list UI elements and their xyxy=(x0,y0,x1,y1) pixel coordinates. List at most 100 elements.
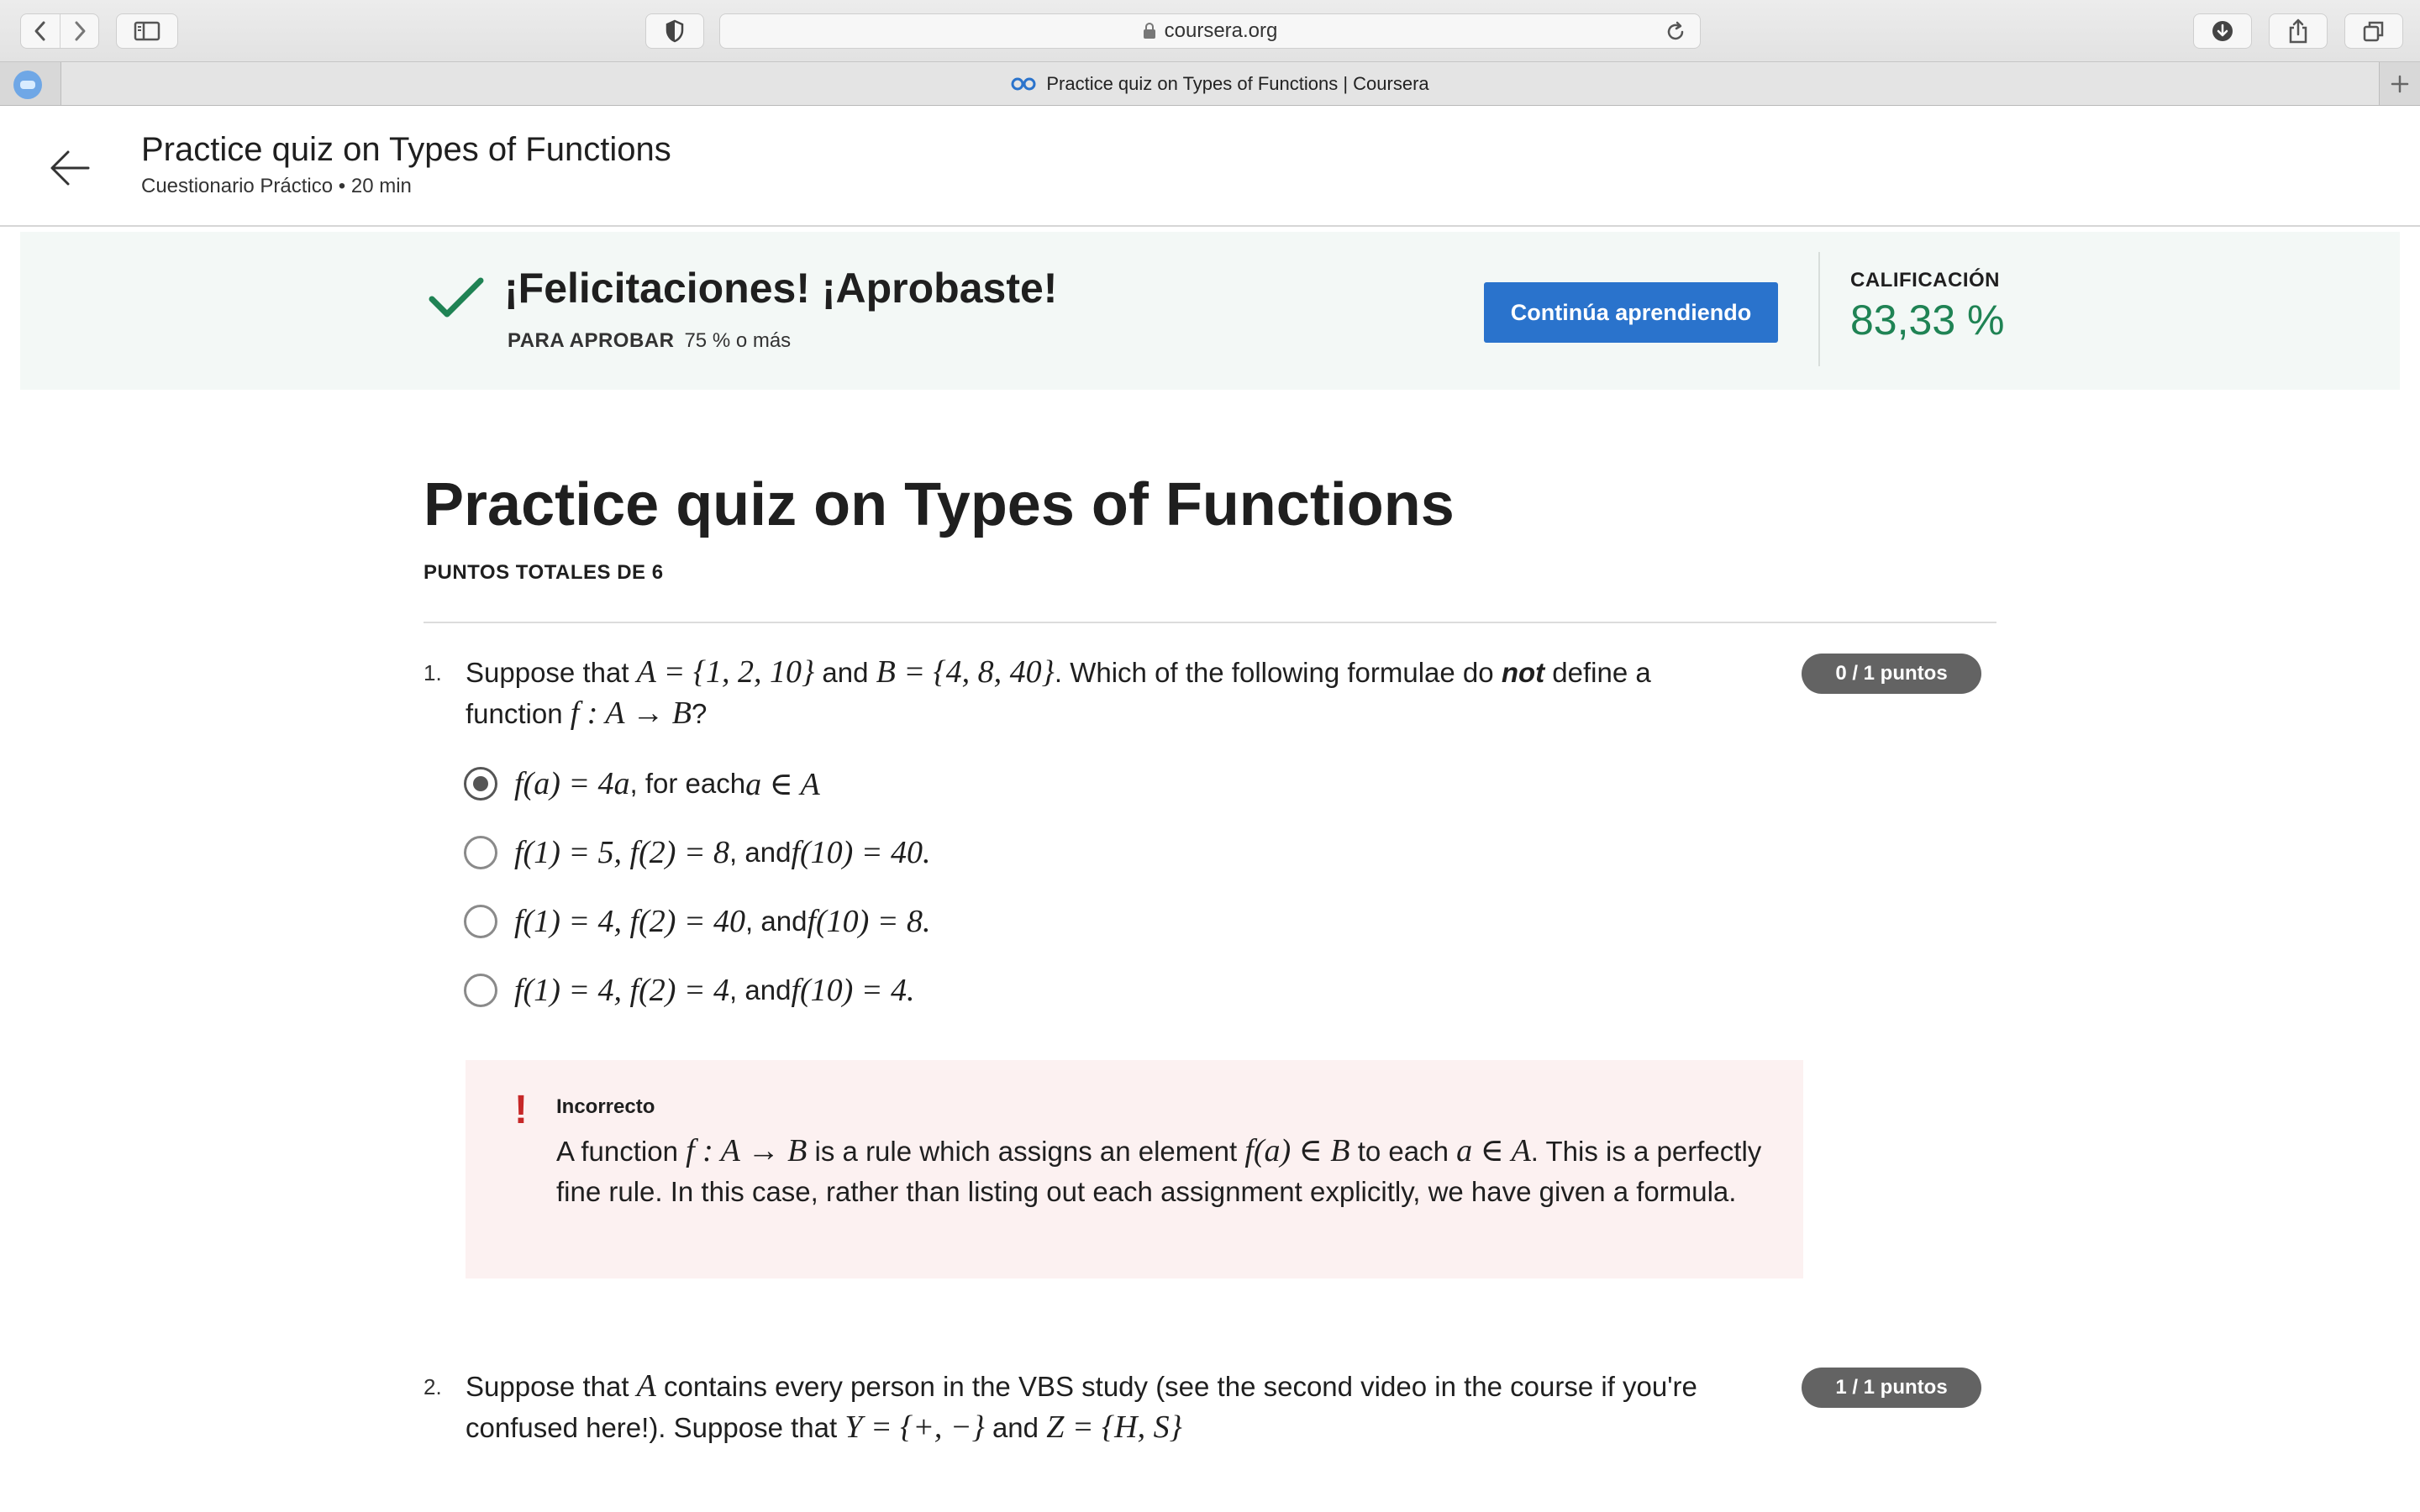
math-expression: f(a) ∈ B xyxy=(1244,1133,1349,1168)
answer-option[interactable]: f(a) = 4a, for each a ∈ A xyxy=(464,763,820,805)
radio-button[interactable] xyxy=(464,905,497,938)
radio-button[interactable] xyxy=(464,974,497,1007)
total-points: PUNTOS TOTALES DE 6 xyxy=(424,561,664,584)
text-run: , for each xyxy=(629,768,746,799)
feedback-title: Incorrecto xyxy=(556,1095,655,1118)
tab-title: Practice quiz on Types of Functions | Co… xyxy=(1046,72,1429,94)
sidebar-button[interactable] xyxy=(116,13,178,49)
coursera-logo-icon xyxy=(1011,77,1036,91)
question-number: 2. xyxy=(424,1374,442,1399)
tab-bar: Practice quiz on Types of Functions | Co… xyxy=(0,62,2420,106)
math-expression: f(1) = 4, f(2) = 40 xyxy=(514,903,745,940)
back-button[interactable] xyxy=(21,14,60,48)
tabs-icon xyxy=(2363,21,2384,42)
pinned-tab-icon xyxy=(20,81,35,89)
quiz-title: Practice quiz on Types of Functions xyxy=(424,471,1455,538)
text-run: is a rule which assigns an element xyxy=(807,1136,1245,1167)
math-expression: f : A → B xyxy=(571,696,692,731)
new-tab-button[interactable] xyxy=(2380,62,2420,105)
math-run: f(1) = 4, f(2) = 4 xyxy=(514,973,730,1008)
text-run: . Which of the following formulae do xyxy=(1054,657,1502,688)
math-run: f(a) = 4a xyxy=(514,766,630,801)
check-icon xyxy=(429,277,484,318)
math-run: f(10) = 40. xyxy=(791,835,931,870)
question-text: Suppose that A contains every person in … xyxy=(466,1366,1726,1448)
nav-buttons xyxy=(20,13,99,49)
page-header: Practice quiz on Types of Functions Cues… xyxy=(0,106,2420,227)
math-run: Z = {H, S} xyxy=(1046,1410,1182,1445)
math-run: a ∈ A xyxy=(745,766,820,802)
forward-button[interactable] xyxy=(60,14,98,48)
result-banner: ¡Felicitaciones! ¡Aprobaste! PARA APROBA… xyxy=(20,232,2400,390)
chevron-right-icon xyxy=(75,21,85,41)
radio-button-selected[interactable] xyxy=(464,767,497,801)
math-run: f(1) = 5, f(2) = 8 xyxy=(514,835,730,870)
math-expression: f : A → B xyxy=(686,1133,807,1168)
pass-label: PARA APROBAR xyxy=(508,329,675,352)
math-expression: f(a) = 4a xyxy=(514,765,630,802)
downloads-button[interactable] xyxy=(2193,13,2252,49)
answer-option[interactable]: f(1) = 4, f(2) = 40, and f(10) = 8. xyxy=(464,900,930,942)
text-run: Suppose that xyxy=(466,1371,637,1402)
tab-overview-button[interactable] xyxy=(2344,13,2403,49)
grade-label: CALIFICACIÓN xyxy=(1850,269,2000,291)
math-run: f(a) ∈ B xyxy=(1244,1133,1350,1168)
text-run: ? xyxy=(692,698,708,729)
math-run: A xyxy=(636,1368,656,1404)
answer-option[interactable]: f(1) = 4, f(2) = 4, and f(10) = 4. xyxy=(464,969,914,1011)
shield-icon xyxy=(666,19,684,43)
grade-value: 83,33 % xyxy=(1850,297,2005,344)
feedback-box-incorrect: ! Incorrecto A function f : A → B is a r… xyxy=(466,1060,1803,1278)
sidebar-icon xyxy=(134,21,160,41)
divider xyxy=(424,622,1996,623)
back-arrow-button[interactable] xyxy=(45,143,96,193)
active-tab[interactable]: Practice quiz on Types of Functions | Co… xyxy=(60,62,2380,105)
question-score-badge: 1 / 1 puntos xyxy=(1802,1368,1981,1408)
text-run: to each xyxy=(1349,1136,1457,1167)
math-expression: a ∈ A xyxy=(1456,1133,1531,1168)
text-run: A function xyxy=(556,1136,687,1167)
share-button[interactable] xyxy=(2269,13,2328,49)
exclamation-icon: ! xyxy=(514,1088,528,1132)
math-run: f(1) = 4, f(2) = 40 xyxy=(514,904,746,939)
math-expression: Z = {H, S} xyxy=(1046,1410,1182,1445)
math-expression: Y = {+, −} xyxy=(844,1410,984,1445)
text-run: and xyxy=(814,657,876,688)
emphasis: not xyxy=(1501,657,1545,688)
math-expression: A = {1, 2, 10} xyxy=(637,654,815,690)
page-title: Practice quiz on Types of Functions xyxy=(141,131,671,168)
math-run: Y = {+, −} xyxy=(844,1410,985,1445)
feedback-text: A function f : A → B is a rule which ass… xyxy=(556,1131,1783,1212)
math-run: f : A → B xyxy=(570,696,692,731)
text-run: , and xyxy=(745,906,808,937)
text-run: , and xyxy=(729,837,792,868)
privacy-report-button[interactable] xyxy=(645,13,704,49)
math-expression: f(10) = 8. xyxy=(807,903,930,940)
share-icon xyxy=(2289,18,2307,44)
answer-option[interactable]: f(1) = 5, f(2) = 8, and f(10) = 40. xyxy=(464,832,930,874)
plus-icon xyxy=(2391,75,2409,92)
math-run: f(10) = 4. xyxy=(791,973,915,1008)
browser-toolbar: coursera.org xyxy=(0,0,2420,62)
reload-icon[interactable] xyxy=(1665,21,1686,43)
math-expression: a ∈ A xyxy=(745,765,820,803)
banner-divider xyxy=(1818,252,1820,366)
math-run: f : A → B xyxy=(686,1133,808,1168)
math-run: f(10) = 8. xyxy=(807,904,931,939)
math-run: B = {4, 8, 40} xyxy=(876,654,1055,690)
pinned-tab[interactable] xyxy=(13,71,42,99)
math-expression: f(10) = 4. xyxy=(791,972,914,1009)
question-score-badge: 0 / 1 puntos xyxy=(1802,654,1981,694)
continue-learning-button[interactable]: Continúa aprendiendo xyxy=(1484,282,1778,343)
math-expression: f(1) = 4, f(2) = 4 xyxy=(514,972,729,1009)
radio-button[interactable] xyxy=(464,836,497,869)
pass-value: 75 % o más xyxy=(684,329,792,352)
text-run: Suppose that xyxy=(466,657,637,688)
page-subtitle: Cuestionario Práctico • 20 min xyxy=(141,175,412,197)
text-run: , and xyxy=(729,974,792,1005)
question-number: 1. xyxy=(424,660,442,685)
text-run: and xyxy=(984,1412,1047,1443)
chevron-left-icon xyxy=(34,21,45,41)
address-bar[interactable]: coursera.org xyxy=(719,13,1701,49)
result-title: ¡Felicitaciones! ¡Aprobaste! xyxy=(504,265,1058,312)
